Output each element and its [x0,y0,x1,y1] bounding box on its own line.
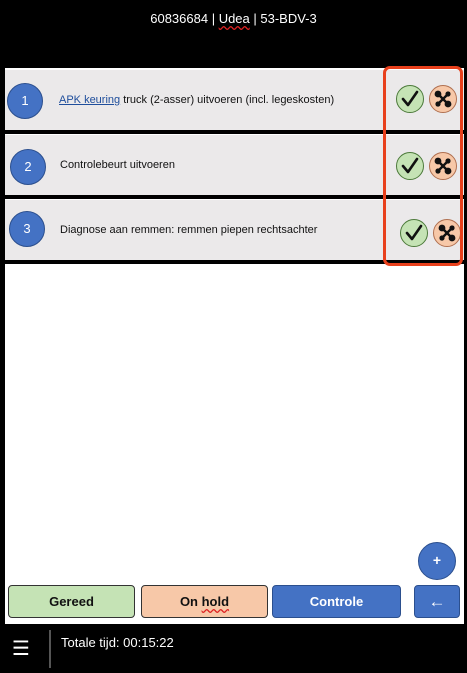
mechanic-icon[interactable] [429,152,457,180]
on-hold-label-hold: hold [201,594,230,609]
task-label: APK keuring truck (2-asser) uitvoeren (i… [59,94,334,106]
title-separator: | [249,11,261,26]
on-hold-button[interactable]: On hold [141,585,268,618]
customer-name: Udea [218,11,250,26]
add-task-button[interactable]: + [418,542,456,580]
page-title: 60836684 | Udea | 53-BDV-3 [0,11,467,26]
apk-link[interactable]: APK keuring [59,94,120,106]
footer-divider [49,630,51,668]
task-list: 1 APK keuring truck (2-asser) uitvoeren … [5,68,464,624]
task-label: Diagnose aan remmen: remmen piepen recht… [60,224,318,236]
back-button[interactable]: ← [414,585,460,618]
controle-button[interactable]: Controle [272,585,401,618]
top-bar: 60836684 | Udea | 53-BDV-3 [0,0,467,68]
mechanic-icon[interactable] [429,85,457,113]
license-plate: 53-BDV-3 [260,11,317,26]
mechanic-icon[interactable] [433,219,461,247]
check-icon[interactable] [400,219,428,247]
task-row[interactable]: 1 APK keuring truck (2-asser) uitvoeren … [5,70,464,134]
total-time: Totale tijd: 00:15:22 [61,635,174,650]
task-row[interactable]: 2 Controlebeurt uitvoeren [5,135,464,199]
task-label: Controlebeurt uitvoeren [60,159,175,171]
task-label-rest: truck (2-asser) uitvoeren (incl. legesko… [120,94,335,106]
task-row[interactable]: 3 Diagnose aan remmen: remmen piepen rec… [5,200,464,264]
task-number-badge: 3 [9,211,45,247]
order-number: 60836684 [150,11,209,26]
title-separator: | [208,11,219,26]
task-number-badge: 1 [7,83,43,119]
check-icon[interactable] [396,152,424,180]
gereed-button[interactable]: Gereed [8,585,135,618]
footer-bar: ☰ Totale tijd: 00:15:22 [0,624,467,673]
task-number-badge: 2 [10,149,46,185]
hamburger-menu-icon[interactable]: ☰ [12,638,40,660]
on-hold-label-on: On [179,594,202,609]
check-icon[interactable] [396,85,424,113]
